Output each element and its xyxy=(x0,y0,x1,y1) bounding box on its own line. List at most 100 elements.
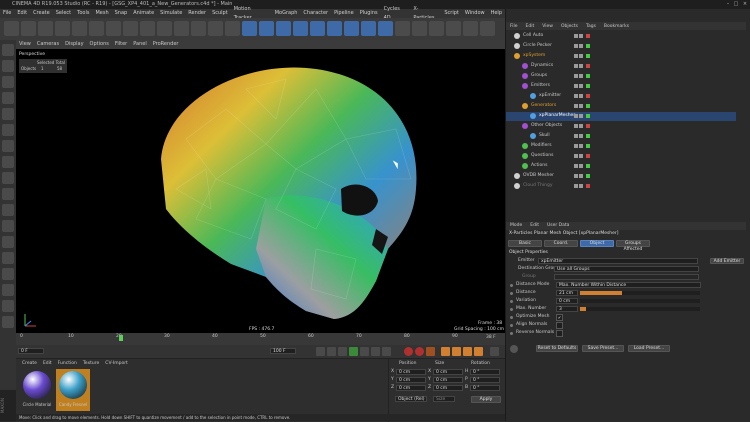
visibility-render-icon[interactable] xyxy=(579,134,583,138)
object-row-generators[interactable]: Generators xyxy=(506,102,736,111)
attribute-menu-mode[interactable]: Mode xyxy=(510,222,522,230)
current-frame-field[interactable]: 0 F xyxy=(18,348,44,354)
material-menu-edit[interactable]: Edit xyxy=(43,361,52,366)
coord-position-field[interactable]: 0 cm xyxy=(396,377,426,383)
coord-rotation-field[interactable]: 0 ° xyxy=(470,385,500,391)
prop-select[interactable]: Max. Number Within Distance xyxy=(556,282,701,288)
prop-value-field[interactable]: 3 xyxy=(556,306,578,312)
light-icon[interactable] xyxy=(378,21,393,36)
object-menu-objects[interactable]: Objects xyxy=(561,24,578,29)
visibility-render-icon[interactable] xyxy=(579,94,583,98)
coord-rotation-field[interactable]: 0 ° xyxy=(470,369,500,375)
end-frame-field[interactable]: 100 F xyxy=(270,348,296,354)
menu-select[interactable]: Select xyxy=(56,9,71,18)
visibility-editor-icon[interactable] xyxy=(574,144,578,148)
close-button[interactable]: × xyxy=(741,0,749,9)
visibility-render-icon[interactable] xyxy=(579,124,583,128)
coordinate-system-icon[interactable] xyxy=(174,21,189,36)
visibility-render-icon[interactable] xyxy=(579,144,583,148)
menu-render[interactable]: Render xyxy=(188,9,206,18)
material-menu-function[interactable]: Function xyxy=(58,361,77,366)
prop-slider[interactable] xyxy=(580,291,700,295)
dest-group-select[interactable]: Use all Groups xyxy=(554,266,699,272)
enable-toggle-icon[interactable] xyxy=(586,134,590,138)
key-rotation-button[interactable] xyxy=(463,347,472,356)
xparticles-system-icon[interactable] xyxy=(480,21,495,36)
enable-toggle-icon[interactable] xyxy=(586,164,590,168)
menu-file[interactable]: File xyxy=(3,9,11,18)
attribute-menu-user-data[interactable]: User Data xyxy=(547,222,569,230)
object-row-dynamics[interactable]: Dynamics xyxy=(506,62,736,71)
menu-snap[interactable]: Snap xyxy=(115,9,128,18)
object-menu-tags[interactable]: Tags xyxy=(586,24,596,29)
edit-render-settings-icon[interactable] xyxy=(225,21,240,36)
menu-edit[interactable]: Edit xyxy=(17,9,27,18)
coord-rotation-field[interactable]: 0 ° xyxy=(470,377,500,383)
enable-toggle-icon[interactable] xyxy=(586,84,590,88)
prev-frame-button[interactable] xyxy=(338,347,347,356)
x-axis-icon[interactable] xyxy=(123,21,138,36)
enable-toggle-icon[interactable] xyxy=(586,44,590,48)
model-mode-icon[interactable] xyxy=(2,60,14,72)
menu-mograph[interactable]: MoGraph xyxy=(275,9,298,18)
autokey-button[interactable] xyxy=(415,347,424,356)
visibility-render-icon[interactable] xyxy=(579,44,583,48)
goto-end-button[interactable] xyxy=(382,347,391,356)
cube-icon[interactable] xyxy=(242,21,257,36)
environment-icon[interactable] xyxy=(344,21,359,36)
apply-button[interactable]: Apply xyxy=(471,396,501,403)
visibility-render-icon[interactable] xyxy=(579,54,583,58)
object-row-skull[interactable]: Skull xyxy=(506,132,736,141)
recent-tools-icon[interactable] xyxy=(106,21,121,36)
solo-icon[interactable] xyxy=(2,220,14,232)
tab-coord[interactable]: Coord. xyxy=(544,240,578,247)
viewport-menu-filter[interactable]: Filter xyxy=(115,40,127,49)
visibility-editor-icon[interactable] xyxy=(574,154,578,158)
cloner-icon[interactable] xyxy=(310,21,325,36)
visibility-editor-icon[interactable] xyxy=(574,174,578,178)
object-menu-bookmarks[interactable]: Bookmarks xyxy=(604,24,629,29)
enable-toggle-icon[interactable] xyxy=(586,144,590,148)
maximize-button[interactable]: □ xyxy=(732,0,740,9)
visibility-editor-icon[interactable] xyxy=(574,94,578,98)
rotate-icon[interactable] xyxy=(89,21,104,36)
texture-mode-icon[interactable] xyxy=(2,76,14,88)
render-picture-viewer-icon[interactable] xyxy=(208,21,223,36)
coord-position-field[interactable]: 0 cm xyxy=(396,385,426,391)
menu-pipeline[interactable]: Pipeline xyxy=(334,9,354,18)
xparticles-modifier-icon[interactable] xyxy=(429,21,444,36)
object-row-modifiers[interactable]: Modifiers xyxy=(506,142,736,151)
key-position-button[interactable] xyxy=(441,347,450,356)
visibility-render-icon[interactable] xyxy=(579,64,583,68)
prop-slider[interactable] xyxy=(580,307,700,311)
viewport[interactable]: Perspective Selected Total Objects 1 58 xyxy=(16,49,505,333)
enable-toggle-icon[interactable] xyxy=(586,154,590,158)
layers-icon[interactable] xyxy=(2,316,14,328)
next-key-button[interactable] xyxy=(371,347,380,356)
enable-toggle-icon[interactable] xyxy=(586,74,590,78)
enable-toggle-icon[interactable] xyxy=(586,174,590,178)
object-row-ovdb-mesher[interactable]: OVDB Mesher xyxy=(506,172,736,181)
timeline-settings-button[interactable] xyxy=(490,347,499,356)
visibility-editor-icon[interactable] xyxy=(574,34,578,38)
scale-icon[interactable] xyxy=(72,21,87,36)
move-icon[interactable] xyxy=(55,21,70,36)
undo-icon[interactable] xyxy=(4,21,19,36)
tab-groups-affected[interactable]: Groups Affected xyxy=(616,240,650,252)
object-row-cell-auto[interactable]: Cell Auto xyxy=(506,32,736,41)
object-row-questions[interactable]: Questions xyxy=(506,152,736,161)
enable-toggle-icon[interactable] xyxy=(586,54,590,58)
viewport-menu-view[interactable]: View xyxy=(19,40,31,49)
visibility-editor-icon[interactable] xyxy=(574,114,578,118)
make-editable-icon[interactable] xyxy=(2,44,14,56)
visibility-editor-icon[interactable] xyxy=(574,54,578,58)
xparticles-action-icon[interactable] xyxy=(463,21,478,36)
soft-selection-icon[interactable] xyxy=(2,268,14,280)
visibility-editor-icon[interactable] xyxy=(574,184,578,188)
points-mode-icon[interactable] xyxy=(2,108,14,120)
object-menu-edit[interactable]: Edit xyxy=(526,24,535,29)
visibility-editor-icon[interactable] xyxy=(574,74,578,78)
goto-start-button[interactable] xyxy=(316,347,325,356)
xparticles-question-icon[interactable] xyxy=(446,21,461,36)
object-row-xpsystem[interactable]: xpSystem xyxy=(506,52,736,61)
